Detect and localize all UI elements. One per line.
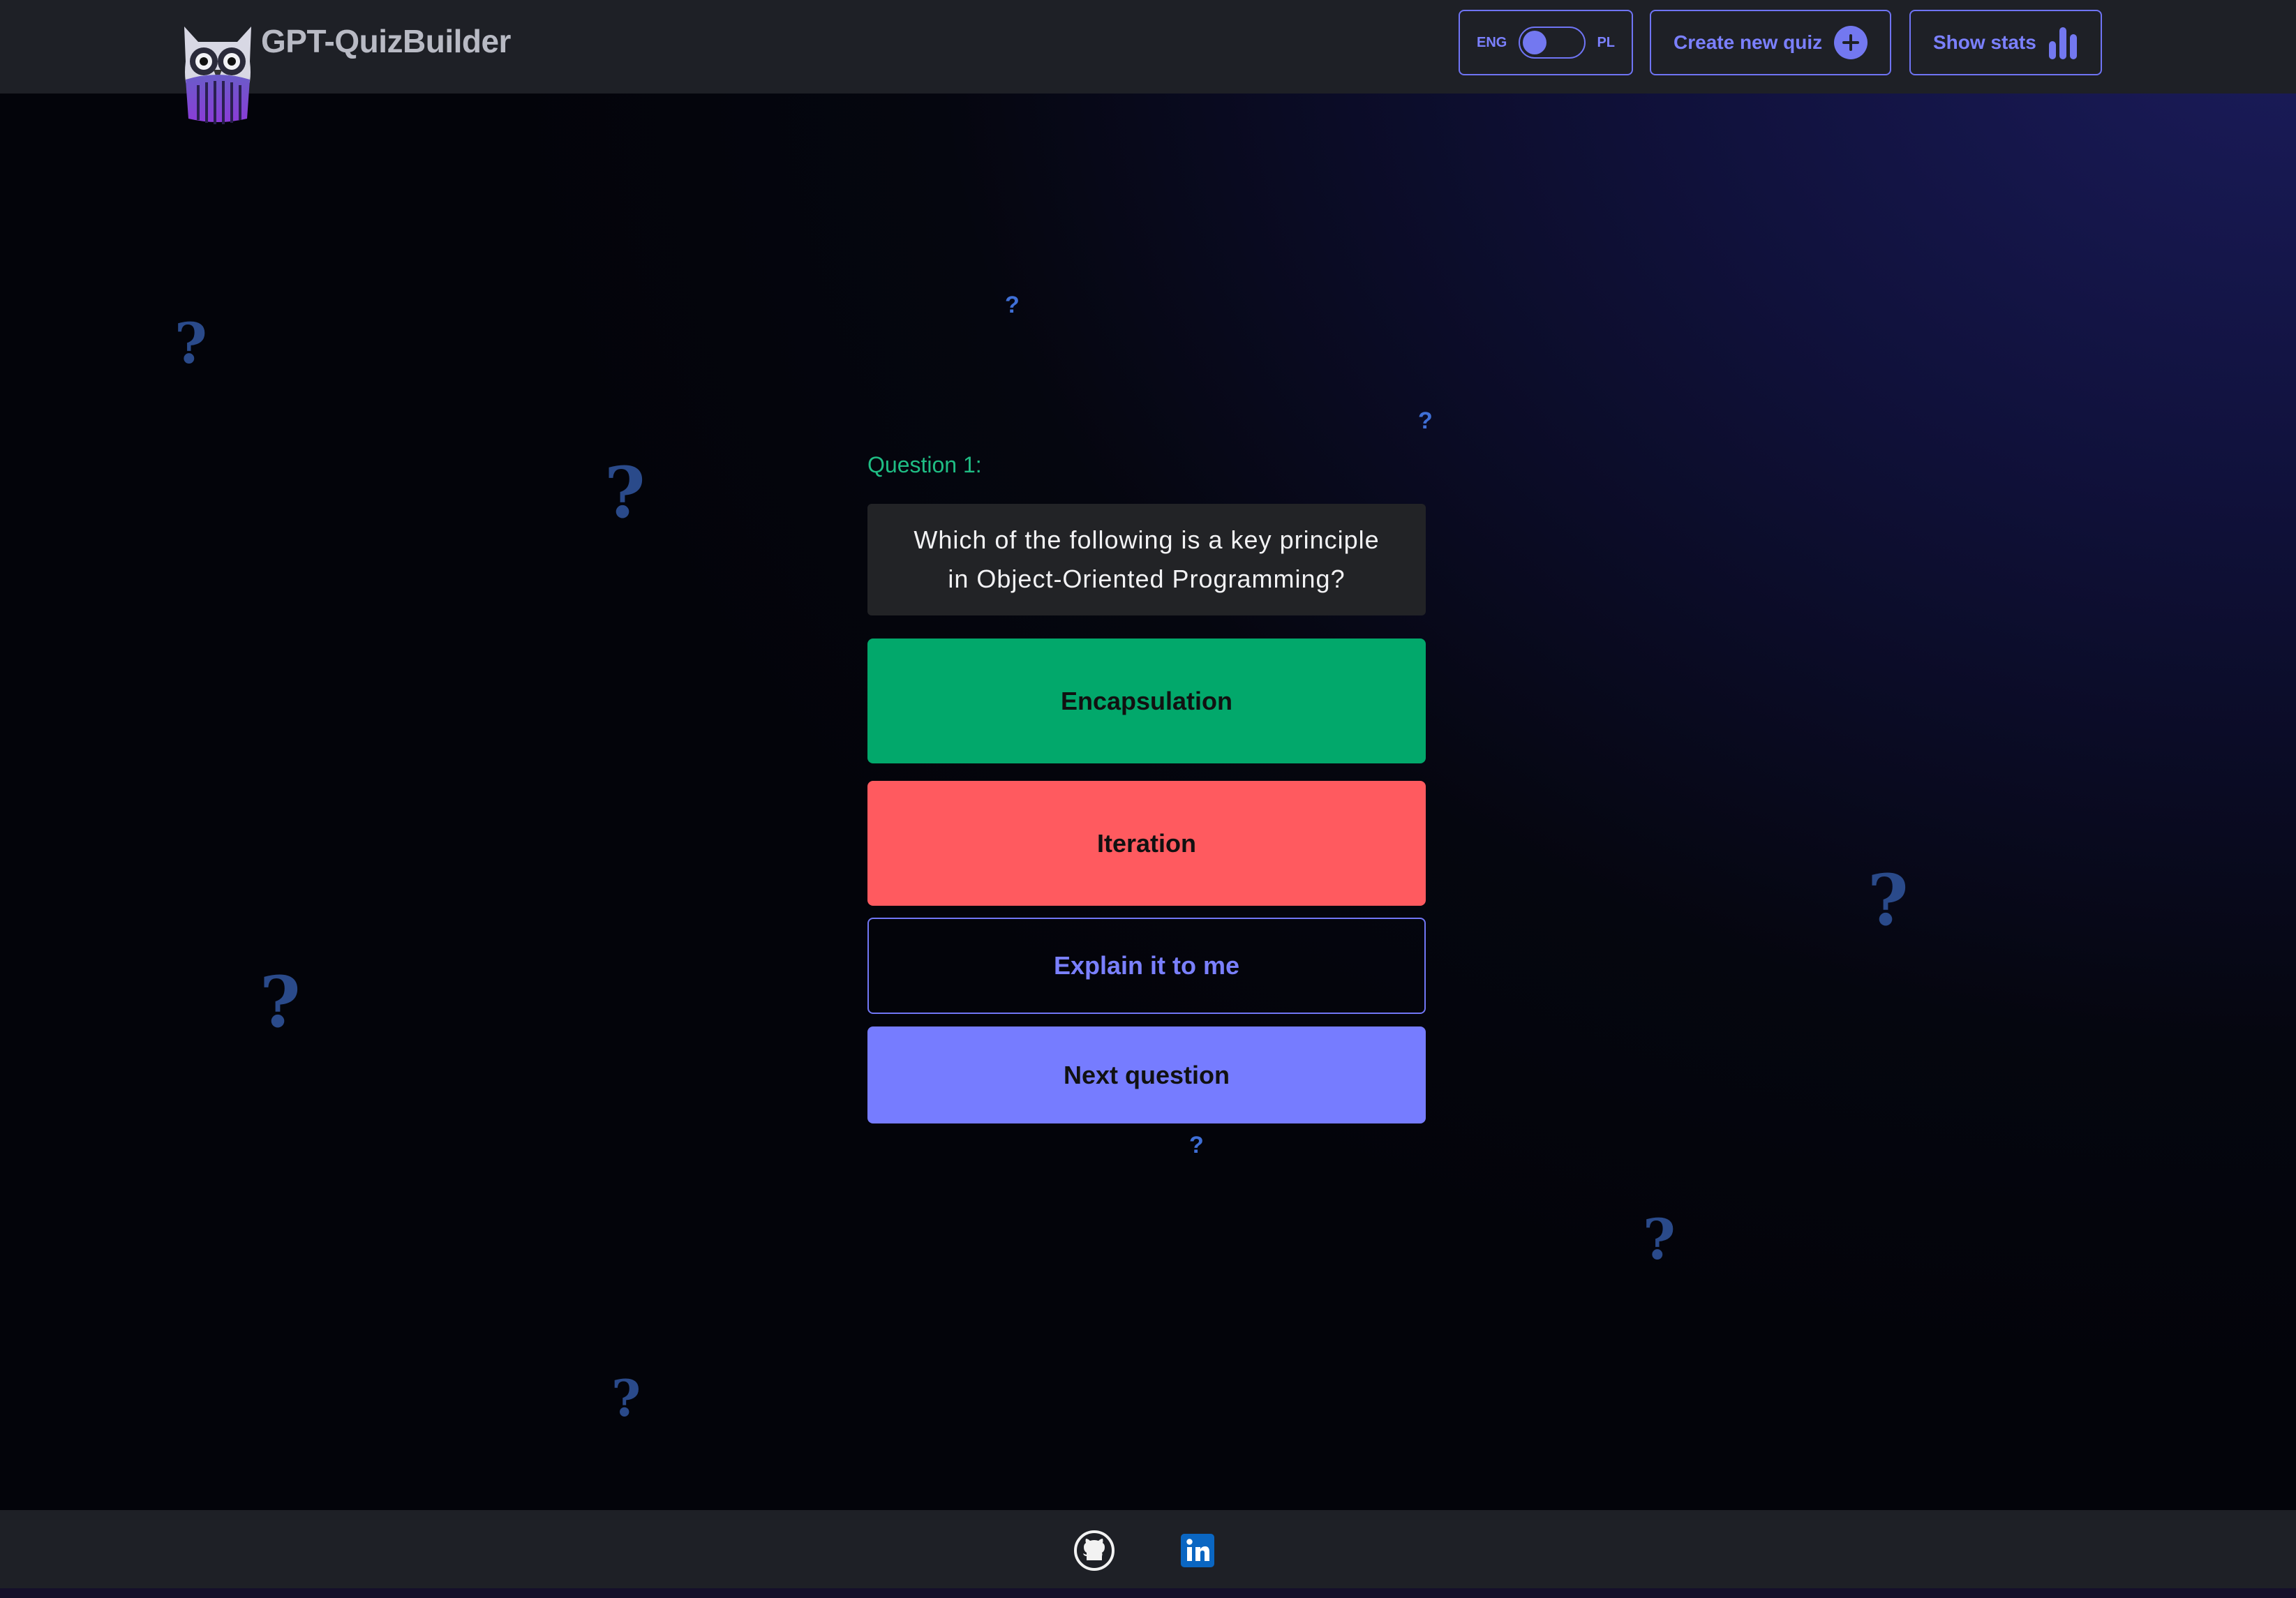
app-header: GPT-QuizBuilder ENG PL Create new quiz S… — [0, 0, 2296, 124]
create-new-quiz-label: Create new quiz — [1673, 31, 1823, 53]
language-toggle[interactable]: ENG PL — [1459, 10, 1633, 75]
question-number-label: Question 1: — [867, 452, 982, 477]
answer-option-wrong[interactable]: Iteration — [867, 781, 1426, 906]
question-mark-decor: ? — [1643, 1207, 1676, 1272]
question-mark-decor: ? — [174, 311, 207, 376]
question-text-line2: in Object-Oriented Programming? — [948, 565, 1345, 593]
question-mark-decor: ? — [1868, 859, 1909, 941]
bar-chart-icon — [2049, 27, 2077, 59]
explain-button[interactable]: Explain it to me — [867, 918, 1426, 1014]
bottom-strip — [0, 1588, 2296, 1598]
app-footer — [0, 1510, 2296, 1588]
switch-knob — [1522, 31, 1546, 54]
question-mark-decor: ? — [611, 1368, 641, 1428]
show-stats-label: Show stats — [1933, 31, 2036, 53]
question-mark-decor: ? — [1189, 1132, 1204, 1158]
create-new-quiz-button[interactable]: Create new quiz — [1650, 10, 1891, 75]
question-mark-decor: ? — [1418, 408, 1433, 434]
lang-eng-label: ENG — [1477, 34, 1507, 50]
show-stats-button[interactable]: Show stats — [1909, 10, 2102, 75]
question-mark-decor: ? — [260, 961, 301, 1043]
answer-option-correct[interactable]: Encapsulation — [867, 639, 1426, 763]
question-mark-decor: ? — [1005, 292, 1020, 318]
owl-logo-icon — [184, 27, 251, 124]
question-text: Which of the following is a key principl… — [867, 504, 1426, 615]
plus-icon — [1834, 26, 1868, 59]
next-question-button[interactable]: Next question — [867, 1026, 1426, 1123]
app-title: GPT-QuizBuilder — [261, 23, 511, 59]
question-text-line1: Which of the following is a key principl… — [914, 525, 1380, 554]
github-icon[interactable] — [1073, 1530, 1115, 1571]
question-mark-decor: ? — [604, 451, 646, 534]
language-switch[interactable] — [1518, 27, 1586, 59]
linkedin-icon[interactable] — [1177, 1530, 1218, 1571]
lang-pl-label: PL — [1597, 34, 1615, 50]
